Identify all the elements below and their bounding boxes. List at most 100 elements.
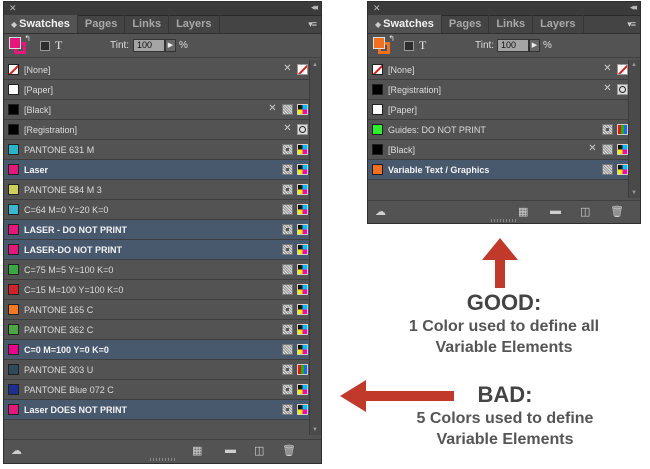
- swatch-row[interactable]: [Registration] ✕: [4, 120, 309, 140]
- new-swatch-icon[interactable]: ◫: [580, 205, 590, 218]
- tint-input[interactable]: 100: [497, 39, 529, 52]
- fill-swatch[interactable]: [373, 37, 385, 49]
- swatch-row[interactable]: [Black] ✕: [368, 140, 628, 160]
- tab-bar: ◆ Swatches Pages Links Layers ▾≡: [4, 15, 321, 34]
- collapse-icon[interactable]: ◂◂: [311, 2, 318, 13]
- tab-layers[interactable]: Layers: [533, 15, 584, 33]
- formatting-container-icon[interactable]: [40, 41, 50, 51]
- swatch-row[interactable]: Variable Text / Graphics: [368, 160, 628, 180]
- spot-color-icon: [282, 164, 293, 175]
- new-group-icon[interactable]: ▬: [550, 205, 561, 217]
- swap-icon[interactable]: ↰: [24, 34, 31, 43]
- cmyk-mode-icon: [297, 224, 308, 235]
- swatch-row[interactable]: C=64 M=0 Y=20 K=0: [4, 200, 309, 220]
- swatch-name: C=75 M=5 Y=100 K=0: [24, 265, 114, 275]
- swatch-controls: ↰ T Tint: 100 ▶ %: [368, 34, 640, 58]
- swatch-row[interactable]: PANTONE 303 U: [4, 360, 309, 380]
- delete-swatch-icon[interactable]: 🗑: [610, 205, 624, 218]
- tab-layers[interactable]: Layers: [169, 15, 220, 33]
- swatch-row[interactable]: [Paper]: [4, 80, 309, 100]
- registration-icon: [617, 84, 628, 95]
- spot-color-icon: [282, 144, 293, 155]
- cmyk-mode-icon: [297, 404, 308, 415]
- tab-swatches[interactable]: ◆ Swatches: [4, 15, 78, 33]
- swatch-chip: [8, 304, 19, 315]
- tint-input[interactable]: 100: [133, 39, 165, 52]
- swatch-chip: [372, 64, 383, 75]
- tab-label: Swatches: [19, 18, 70, 30]
- swatch-chip: [8, 344, 19, 355]
- fill-stroke-icon[interactable]: ↰: [373, 34, 395, 55]
- scroll-up-icon[interactable]: ▲: [631, 62, 637, 68]
- close-icon[interactable]: ✕: [9, 3, 17, 14]
- swatch-row[interactable]: LASER - DO NOT PRINT: [4, 220, 309, 240]
- scroll-up-icon[interactable]: ▲: [312, 62, 318, 68]
- swatch-row[interactable]: PANTONE 631 M: [4, 140, 309, 160]
- resize-grip[interactable]: [491, 219, 517, 222]
- swatch-row[interactable]: [Black] ✕: [4, 100, 309, 120]
- formatting-container-icon[interactable]: [404, 41, 414, 51]
- swatch-row[interactable]: LASER-DO NOT PRINT: [4, 240, 309, 260]
- swatches-panel-good: ✕ ◂◂ ◆ Swatches Pages Links Layers ▾≡ ↰ T…: [367, 1, 641, 224]
- tab-links[interactable]: Links: [489, 15, 534, 33]
- swatch-row[interactable]: Laser DOES NOT PRINT: [4, 400, 309, 420]
- new-swatch-icon[interactable]: ◫: [254, 444, 264, 457]
- swatch-row[interactable]: Guides: DO NOT PRINT: [368, 120, 628, 140]
- swap-icon[interactable]: ↰: [388, 34, 395, 43]
- swatch-chip: [8, 104, 19, 115]
- resize-grip[interactable]: [149, 458, 176, 461]
- cc-libraries-icon[interactable]: ☁: [375, 205, 386, 218]
- tint-arrow-icon[interactable]: ▶: [165, 39, 176, 52]
- fill-swatch[interactable]: [9, 37, 21, 49]
- swatch-row[interactable]: C=75 M=5 Y=100 K=0: [4, 260, 309, 280]
- close-icon[interactable]: ✕: [373, 3, 381, 14]
- swatch-chip: [372, 104, 383, 115]
- swatch-row[interactable]: [None] ✕: [4, 60, 309, 80]
- swatch-row[interactable]: [Registration] ✕: [368, 80, 628, 100]
- swatch-row[interactable]: PANTONE 165 C: [4, 300, 309, 320]
- panel-menu-icon[interactable]: ▾≡: [308, 19, 317, 30]
- formatting-text-icon[interactable]: T: [55, 38, 62, 53]
- swatch-row[interactable]: PANTONE 362 C: [4, 320, 309, 340]
- collapse-icon[interactable]: ◂◂: [630, 2, 637, 13]
- swatch-name: Laser: [24, 165, 49, 175]
- swatch-row[interactable]: C=0 M=100 Y=0 K=0: [4, 340, 309, 360]
- swatch-name: [Black]: [388, 145, 416, 155]
- swatch-row[interactable]: PANTONE 584 M 3: [4, 180, 309, 200]
- swatch-chip: [8, 184, 19, 195]
- bad-callout: BAD: 5 Colors used to define Variable El…: [378, 382, 632, 450]
- swatch-row[interactable]: [None] ✕: [368, 60, 628, 80]
- swatch-row[interactable]: Laser: [4, 160, 309, 180]
- cc-libraries-icon[interactable]: ☁: [11, 444, 22, 457]
- tab-swatches[interactable]: ◆ Swatches: [368, 15, 442, 33]
- scrollbar[interactable]: ▲ ▼: [309, 60, 321, 435]
- tab-pages[interactable]: Pages: [442, 15, 490, 33]
- bad-line2: Variable Elements: [436, 431, 574, 448]
- cmyk-mode-icon: [297, 144, 308, 155]
- new-group-icon[interactable]: ▬: [225, 444, 236, 456]
- swatch-row[interactable]: PANTONE Blue 072 C: [4, 380, 309, 400]
- swatch-name: PANTONE 584 M 3: [24, 185, 102, 195]
- tab-pages[interactable]: Pages: [78, 15, 126, 33]
- panel-menu-icon[interactable]: ▾≡: [627, 19, 636, 30]
- formatting-text-icon[interactable]: T: [419, 38, 426, 53]
- tab-links[interactable]: Links: [125, 15, 170, 33]
- swatch-chip: [372, 164, 383, 175]
- scrollbar[interactable]: ▲ ▼: [628, 60, 640, 198]
- good-line1: 1 Color used to define all: [408, 318, 600, 335]
- scroll-down-icon[interactable]: ▼: [312, 427, 318, 433]
- swatch-name: [Black]: [24, 105, 52, 115]
- fill-stroke-icon[interactable]: ↰: [9, 34, 31, 55]
- spot-color-icon: [282, 224, 293, 235]
- swatch-row[interactable]: [Paper]: [368, 100, 628, 120]
- show-swatch-kinds-icon[interactable]: ▦: [192, 444, 202, 457]
- cmyk-mode-icon: [297, 104, 308, 115]
- swatch-row[interactable]: C=15 M=100 Y=100 K=0: [4, 280, 309, 300]
- tint-arrow-icon[interactable]: ▶: [529, 39, 540, 52]
- delete-swatch-icon[interactable]: 🗑: [282, 444, 296, 457]
- scroll-down-icon[interactable]: ▼: [631, 190, 637, 196]
- cmyk-mode-icon: [297, 244, 308, 255]
- show-swatch-kinds-icon[interactable]: ▦: [518, 205, 528, 218]
- swatch-chip: [8, 84, 19, 95]
- good-heading: GOOD:: [466, 290, 542, 315]
